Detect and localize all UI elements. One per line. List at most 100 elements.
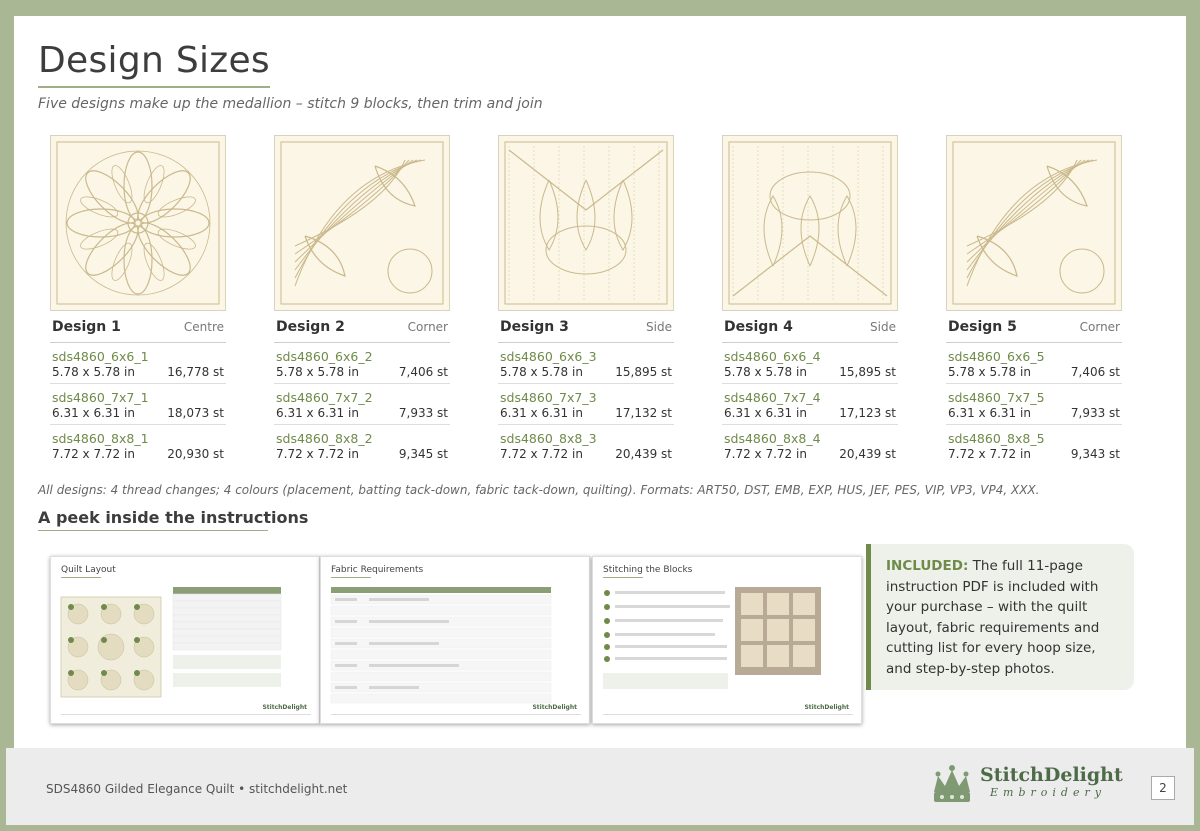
design-name: Design 1 — [52, 319, 121, 335]
size-row: 7.72 x 7.72 in 20,930 st — [52, 447, 224, 461]
footer-product-text: SDS4860 Gilded Elegance Quilt • stitchde… — [46, 782, 348, 796]
size-row: 6.31 x 6.31 in 7,933 st — [276, 406, 448, 420]
dimensions: 6.31 x 6.31 in — [52, 406, 135, 420]
stitch-count: 9,345 st — [398, 447, 448, 461]
design-column-4: Design 4 Side sds4860_6x6_4 5.78 x 5.78 in 1… — [722, 135, 898, 465]
size-row: 7.72 x 7.72 in 9,343 st — [948, 447, 1120, 461]
size-entry: sds4860_7x7_4 6.31 x 6.31 in 17,123 st — [722, 384, 898, 425]
design-header: Design 3 Side — [498, 319, 674, 343]
design-header: Design 5 Corner — [946, 319, 1122, 343]
stitch-count: 16,778 st — [167, 365, 224, 379]
quilt-motif — [723, 136, 897, 310]
design-role: Corner — [407, 320, 448, 334]
size-entry: sds4860_6x6_3 5.78 x 5.78 in 15,895 st — [498, 343, 674, 384]
quilt-motif — [275, 136, 449, 310]
preview-footer-rule — [61, 714, 311, 715]
file-code: sds4860_7x7_1 — [52, 390, 149, 405]
title-underline — [38, 86, 270, 88]
stitch-count: 17,123 st — [839, 406, 896, 420]
file-code: sds4860_7x7_3 — [500, 390, 597, 405]
design-header: Design 4 Side — [722, 319, 898, 343]
size-entry: sds4860_6x6_5 5.78 x 5.78 in 7,406 st — [946, 343, 1122, 384]
size-row: 7.72 x 7.72 in 9,345 st — [276, 447, 448, 461]
page-title: Design Sizes — [38, 40, 270, 81]
file-code: sds4860_8x8_2 — [276, 431, 373, 446]
dimensions: 7.72 x 7.72 in — [500, 447, 583, 461]
quilt-motif — [947, 136, 1121, 310]
file-code: sds4860_7x7_4 — [724, 390, 821, 405]
file-code: sds4860_6x6_3 — [500, 349, 597, 364]
design-name: Design 4 — [724, 319, 793, 335]
dimensions: 5.78 x 5.78 in — [52, 365, 135, 379]
size-row: 6.31 x 6.31 in 7,933 st — [948, 406, 1120, 420]
stitching-steps-illustration — [603, 587, 821, 689]
design-thumbnail[interactable] — [50, 135, 226, 311]
stitch-count: 7,933 st — [1070, 406, 1120, 420]
dimensions: 6.31 x 6.31 in — [724, 406, 807, 420]
design-role: Centre — [183, 320, 224, 334]
stitch-count: 9,343 st — [1070, 447, 1120, 461]
stitch-count: 20,439 st — [615, 447, 672, 461]
stitch-count: 20,930 st — [167, 447, 224, 461]
size-entry: sds4860_7x7_5 6.31 x 6.31 in 7,933 st — [946, 384, 1122, 425]
size-row: 6.31 x 6.31 in 17,123 st — [724, 406, 896, 420]
quilt-layout-illustration — [60, 587, 282, 698]
stitch-count: 15,895 st — [615, 365, 672, 379]
size-row: 5.78 x 5.78 in 15,895 st — [500, 365, 672, 379]
preview-fabric-requirements[interactable]: Fabric Requirements StitchDelight — [320, 556, 590, 724]
stitch-count: 17,132 st — [615, 406, 672, 420]
page-subtitle: Five designs make up the medallion – sti… — [38, 96, 543, 112]
dimensions: 5.78 x 5.78 in — [500, 365, 583, 379]
design-header: Design 2 Corner — [274, 319, 450, 343]
peek-underline — [38, 530, 268, 531]
preview-logo: StitchDelight — [262, 704, 307, 711]
preview-stitching-blocks[interactable]: Stitching the Blocks StitchDelight — [592, 556, 862, 724]
preview-logo: StitchDelight — [804, 704, 849, 711]
file-code: sds4860_8x8_3 — [500, 431, 597, 446]
dimensions: 5.78 x 5.78 in — [948, 365, 1031, 379]
logo-tagline: Embroidery — [990, 786, 1106, 799]
design-thumbnail[interactable] — [722, 135, 898, 311]
dimensions: 6.31 x 6.31 in — [276, 406, 359, 420]
peek-heading: A peek inside the instructions — [38, 508, 309, 527]
dimensions: 5.78 x 5.78 in — [276, 365, 359, 379]
preview-footer-rule — [331, 714, 581, 715]
design-column-5: Design 5 Corner sds4860_6x6_5 5.78 x 5.78 i… — [946, 135, 1122, 465]
design-role: Side — [646, 320, 672, 334]
dimensions: 5.78 x 5.78 in — [724, 365, 807, 379]
design-column-1: Design 1 Centre sds4860_6x6_1 5.78 x 5.78 i… — [50, 135, 226, 465]
preview-quilt-layout[interactable]: Quilt Layout StitchDelight — [50, 556, 320, 724]
design-thumbnail[interactable] — [274, 135, 450, 311]
stitch-count: 7,406 st — [398, 365, 448, 379]
size-row: 7.72 x 7.72 in 20,439 st — [500, 447, 672, 461]
included-label: INCLUDED: — [886, 558, 969, 574]
preview-logo: StitchDelight — [532, 704, 577, 711]
dimensions: 6.31 x 6.31 in — [500, 406, 583, 420]
size-row: 6.31 x 6.31 in 18,073 st — [52, 406, 224, 420]
file-code: sds4860_6x6_5 — [948, 349, 1045, 364]
formats-note: All designs: 4 thread changes; 4 colours… — [38, 483, 1040, 497]
size-entry: sds4860_7x7_2 6.31 x 6.31 in 7,933 st — [274, 384, 450, 425]
stitch-count: 7,406 st — [1070, 365, 1120, 379]
stitch-count: 15,895 st — [839, 365, 896, 379]
design-thumbnail[interactable] — [946, 135, 1122, 311]
stitch-count: 7,933 st — [398, 406, 448, 420]
size-entry: sds4860_8x8_4 7.72 x 7.72 in 20,439 st — [722, 425, 898, 465]
stitch-count: 18,073 st — [167, 406, 224, 420]
design-thumbnail[interactable] — [498, 135, 674, 311]
size-entry: sds4860_7x7_1 6.31 x 6.31 in 18,073 st — [50, 384, 226, 425]
file-code: sds4860_7x7_2 — [276, 390, 373, 405]
included-text: The full 11-page instruction PDF is incl… — [886, 558, 1100, 677]
size-entry: sds4860_8x8_1 7.72 x 7.72 in 20,930 st — [50, 425, 226, 465]
size-entry: sds4860_6x6_1 5.78 x 5.78 in 16,778 st — [50, 343, 226, 384]
dimensions: 7.72 x 7.72 in — [52, 447, 135, 461]
dimensions: 7.72 x 7.72 in — [276, 447, 359, 461]
file-code: sds4860_8x8_1 — [52, 431, 149, 446]
size-row: 6.31 x 6.31 in 17,132 st — [500, 406, 672, 420]
size-entry: sds4860_8x8_3 7.72 x 7.72 in 20,439 st — [498, 425, 674, 465]
stitchdelight-logo[interactable]: StitchDelight Embroidery — [928, 762, 1138, 806]
included-callout: INCLUDED: The full 11-page instruction P… — [866, 544, 1134, 690]
size-row: 5.78 x 5.78 in 7,406 st — [276, 365, 448, 379]
file-code: sds4860_6x6_1 — [52, 349, 149, 364]
size-row: 5.78 x 5.78 in 7,406 st — [948, 365, 1120, 379]
